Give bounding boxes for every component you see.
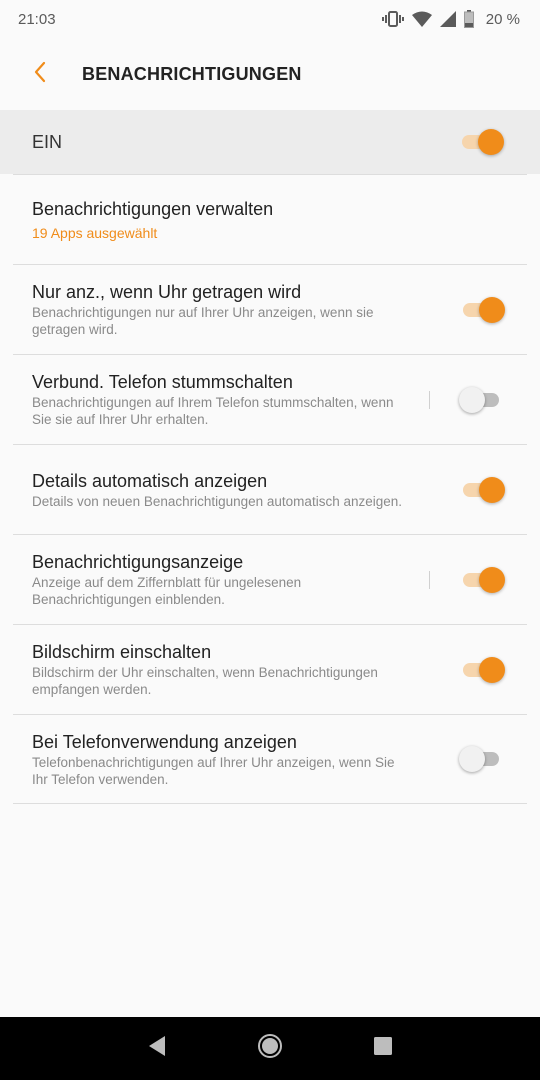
master-toggle-switch[interactable] <box>458 128 504 156</box>
back-triangle-icon <box>147 1035 167 1062</box>
nav-back-button[interactable] <box>137 1029 177 1069</box>
battery-percent: 20 % <box>485 10 520 28</box>
setting-title: Benachrichtigungsanzeige <box>32 552 244 572</box>
setting-mute-phone[interactable]: Verbund. Telefon stummschalten Benachric… <box>13 354 527 444</box>
toggle-thumb <box>478 129 504 155</box>
notification-indicator-switch[interactable] <box>459 566 505 594</box>
setting-title: Bildschirm einschalten <box>32 642 212 662</box>
battery-icon <box>463 10 474 28</box>
setting-screen-on[interactable]: Bildschirm einschalten Bildschirm der Uh… <box>13 624 527 714</box>
auto-details-switch[interactable] <box>459 476 505 504</box>
mute-phone-switch[interactable] <box>459 386 505 414</box>
home-circle-icon <box>257 1033 283 1064</box>
vertical-divider <box>429 571 430 589</box>
master-toggle-row[interactable]: EIN <box>0 110 540 174</box>
app-bar: BENACHRICHTIGUNGEN <box>0 38 540 110</box>
wifi-icon <box>411 11 432 27</box>
back-button[interactable] <box>20 54 60 94</box>
setting-title: Verbund. Telefon stummschalten <box>32 372 293 392</box>
setting-text: Details automatisch anzeigen Details von… <box>32 470 459 510</box>
setting-show-during-phone-use[interactable]: Bei Telefonverwendung anzeigen Telefonbe… <box>13 714 527 804</box>
setting-subtitle: 19 Apps ausgewählt <box>32 225 158 241</box>
toggle-thumb <box>479 476 505 503</box>
setting-text: Benachrichtigungen verwalten 19 Apps aus… <box>32 198 505 241</box>
status-time: 21:03 <box>18 10 56 28</box>
setting-text: Benachrichtigungsanzeige Anzeige auf dem… <box>32 551 459 608</box>
setting-title: Benachrichtigungen verwalten <box>32 199 274 219</box>
setting-description: Benachrichtigungen nur auf Ihrer Uhr anz… <box>32 305 374 337</box>
toggle-thumb <box>459 746 485 772</box>
settings-list: Benachrichtigungen verwalten 19 Apps aus… <box>13 174 527 804</box>
vertical-divider <box>429 391 430 409</box>
nav-recents-button[interactable] <box>363 1029 403 1069</box>
only-when-worn-switch[interactable] <box>459 296 505 324</box>
setting-manage-notifications[interactable]: Benachrichtigungen verwalten 19 Apps aus… <box>13 174 527 264</box>
toggle-thumb <box>479 296 505 323</box>
setting-text: Verbund. Telefon stummschalten Benachric… <box>32 371 459 428</box>
chevron-left-icon <box>33 61 47 88</box>
setting-text: Nur anz., wenn Uhr getragen wird Benachr… <box>32 281 459 338</box>
setting-description: Anzeige auf dem Ziffernblatt für ungeles… <box>32 575 302 607</box>
setting-only-when-worn[interactable]: Nur anz., wenn Uhr getragen wird Benachr… <box>13 264 527 354</box>
status-bar: 21:03 20 % <box>0 0 540 38</box>
vibrate-icon <box>381 10 404 28</box>
master-toggle-label: EIN <box>32 131 63 152</box>
setting-text: Bei Telefonverwendung anzeigen Telefonbe… <box>32 731 459 788</box>
setting-description: Details von neuen Benachrichtigungen aut… <box>32 493 402 509</box>
recents-square-icon <box>373 1036 393 1061</box>
nav-home-button[interactable] <box>250 1029 290 1069</box>
system-nav-bar <box>0 1017 540 1080</box>
screen-on-switch[interactable] <box>459 656 505 684</box>
toggle-thumb <box>479 656 505 683</box>
toggle-thumb <box>459 386 485 413</box>
setting-auto-details[interactable]: Details automatisch anzeigen Details von… <box>13 444 527 534</box>
setting-text: Bildschirm einschalten Bildschirm der Uh… <box>32 641 459 698</box>
setting-title: Bei Telefonverwendung anzeigen <box>32 731 297 752</box>
status-icons: 20 % <box>381 10 520 28</box>
show-during-phone-use-switch[interactable] <box>459 745 505 773</box>
setting-title: Details automatisch anzeigen <box>32 470 268 491</box>
signal-icon <box>439 11 456 27</box>
toggle-thumb <box>479 566 505 593</box>
setting-description: Bildschirm der Uhr einschalten, wenn Ben… <box>32 665 378 697</box>
setting-notification-indicator[interactable]: Benachrichtigungsanzeige Anzeige auf dem… <box>13 534 527 624</box>
setting-description: Telefonbenachrichtigungen auf Ihrer Uhr … <box>32 754 395 787</box>
setting-title: Nur anz., wenn Uhr getragen wird <box>32 282 302 302</box>
setting-description: Benachrichtigungen auf Ihrem Telefon stu… <box>32 395 394 427</box>
page-title: BENACHRICHTIGUNGEN <box>82 63 302 84</box>
